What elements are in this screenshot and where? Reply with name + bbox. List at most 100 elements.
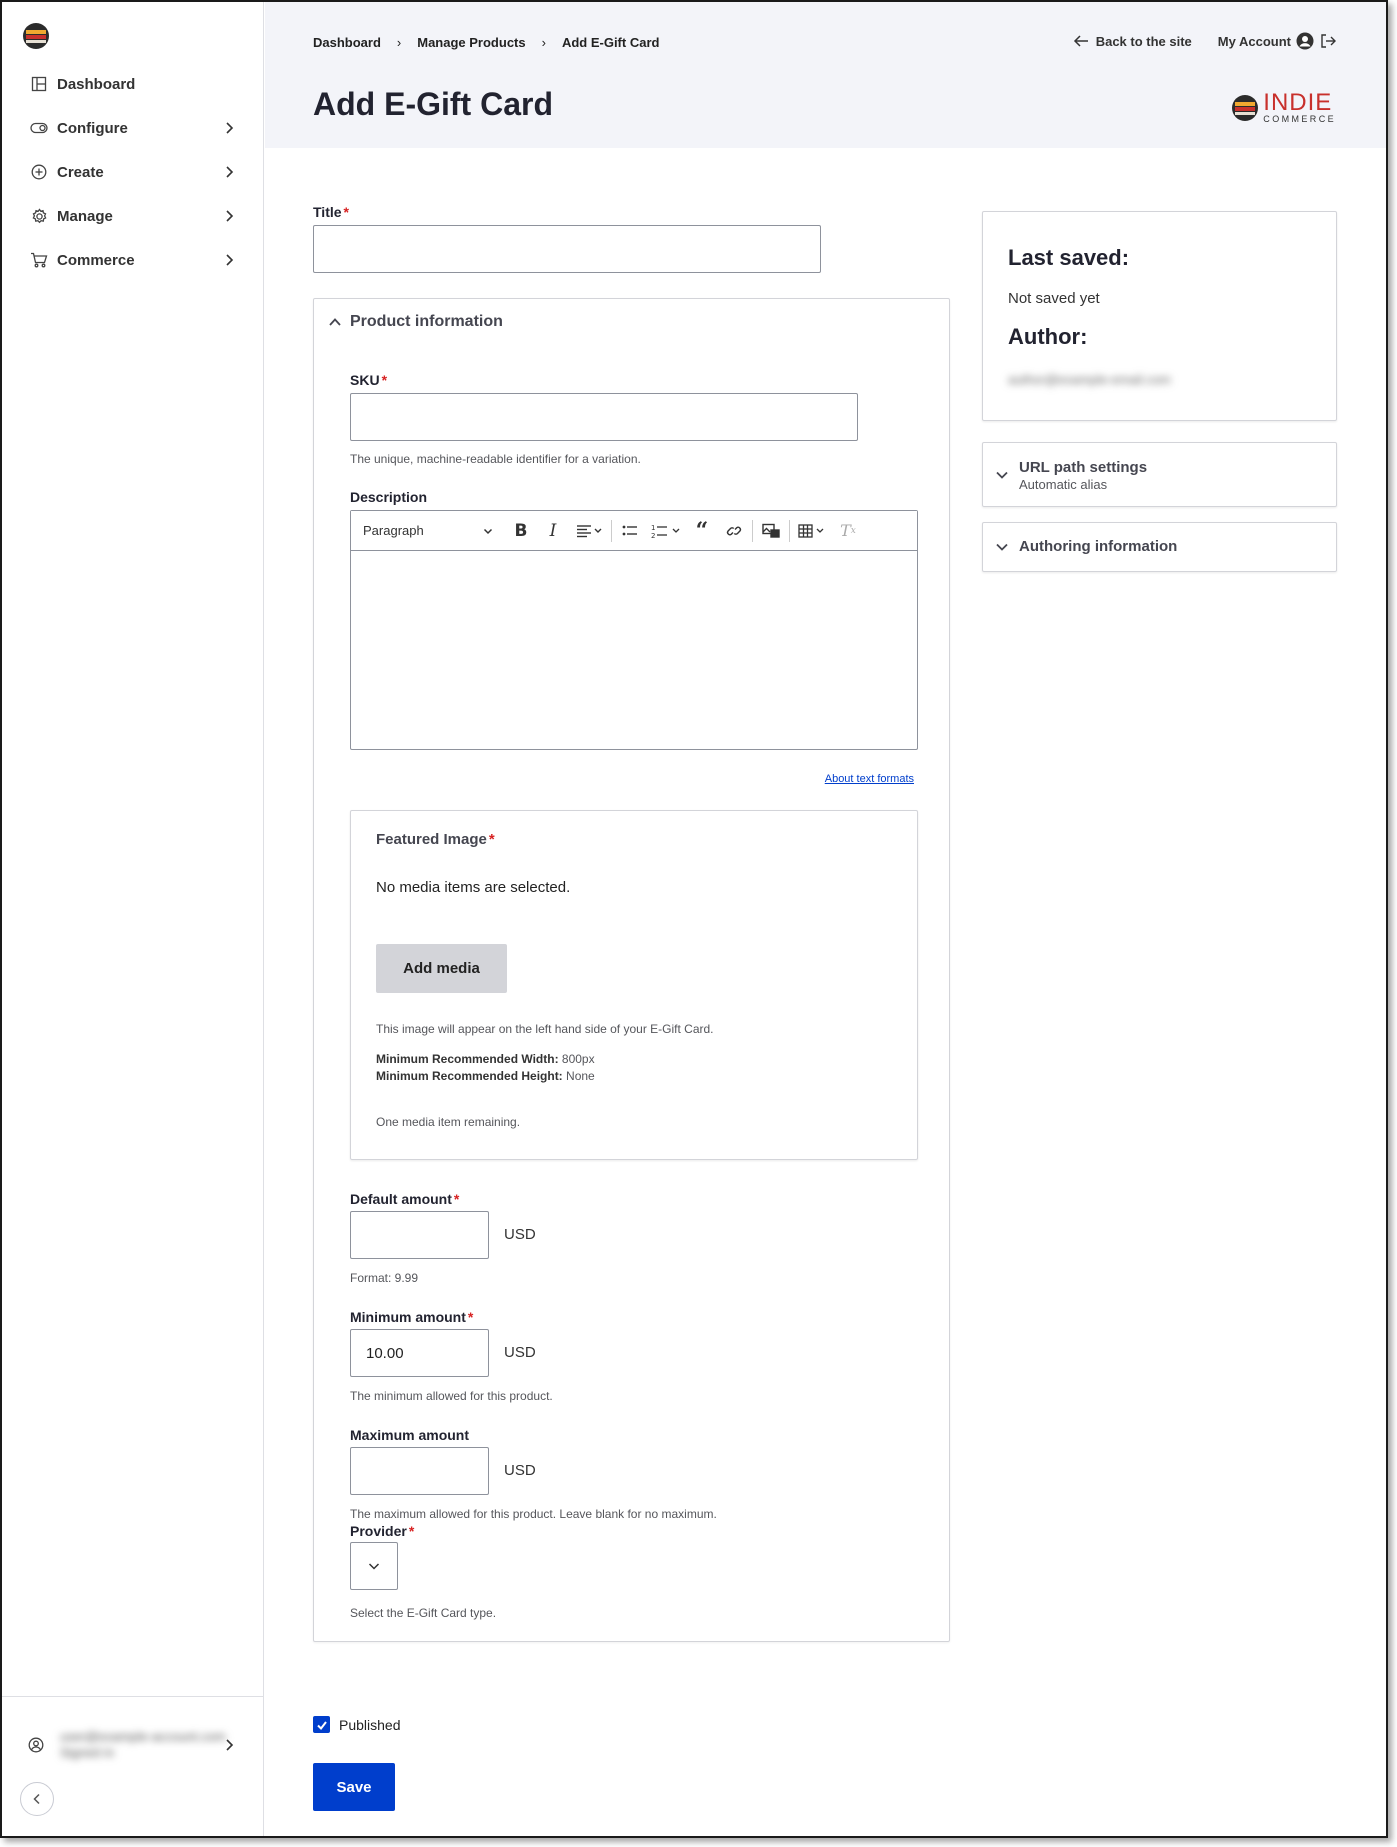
svg-text:2: 2 [651, 532, 655, 539]
app-frame: Dashboard Configure Create Manage Commer… [0, 0, 1388, 1838]
product-information-toggle[interactable]: Product information [328, 313, 503, 331]
maximum-amount-input[interactable] [350, 1447, 489, 1495]
breadcrumb: Dashboard › Manage Products › Add E-Gift… [313, 35, 659, 50]
sidebar-item-commerce[interactable]: Commerce [2, 238, 264, 282]
cart-icon [30, 251, 48, 269]
chevron-left-icon [33, 1793, 40, 1805]
min-width-label: Minimum Recommended Width: [376, 1052, 559, 1066]
insert-media-icon[interactable] [755, 517, 787, 545]
meta-box: Last saved: Not saved yet Author: author… [982, 211, 1337, 421]
my-account-link[interactable]: My Account [1218, 34, 1291, 49]
breadcrumb-dashboard[interactable]: Dashboard [313, 35, 381, 50]
sidebar-item-label: Dashboard [57, 75, 136, 93]
about-text-formats-link[interactable]: About text formats [825, 773, 914, 785]
blockquote-icon[interactable]: “ [686, 517, 718, 545]
sidebar: Dashboard Configure Create Manage Commer… [2, 2, 264, 1836]
remove-format-icon[interactable]: Tx [832, 517, 864, 545]
save-button[interactable]: Save [313, 1763, 395, 1811]
featured-image-label: Featured Image * [376, 831, 495, 848]
sidebar-item-configure[interactable]: Configure [2, 106, 264, 150]
provider-description: Select the E-Gift Card type. [350, 1606, 497, 1620]
account-avatar-icon [1296, 32, 1314, 50]
description-label: Description [350, 489, 428, 505]
sidebar-nav: Dashboard Configure Create Manage Commer… [2, 62, 264, 282]
minimum-amount-input[interactable]: 10.00 [350, 1329, 489, 1377]
published-checkbox-row[interactable]: Published [313, 1716, 401, 1733]
svg-text:1: 1 [651, 524, 655, 532]
url-path-settings-title: URL path settings [1019, 459, 1148, 476]
published-checkbox[interactable] [313, 1716, 330, 1733]
logout-icon[interactable] [1320, 33, 1336, 49]
sku-description: The unique, machine-readable identifier … [350, 452, 641, 466]
dashboard-icon [30, 75, 48, 93]
default-amount-description: Format: 9.99 [350, 1271, 419, 1285]
featured-image-label-text: Featured Image [376, 831, 487, 848]
bulleted-list-icon[interactable] [614, 517, 646, 545]
last-saved-label: Last saved: [1008, 245, 1130, 270]
required-marker: * [467, 1309, 474, 1325]
sku-label: SKU * [350, 372, 387, 388]
required-marker: * [488, 831, 495, 848]
maximum-amount-description: The maximum allowed for this product. Le… [350, 1507, 717, 1521]
chevron-down-icon [996, 471, 1008, 479]
sidebar-item-label: Commerce [57, 251, 135, 269]
numbered-list-icon[interactable]: 12 [646, 517, 686, 545]
published-label: Published [339, 1716, 401, 1733]
chevron-right-icon [226, 122, 234, 134]
no-media-message: No media items are selected. [376, 879, 571, 896]
brand-name: INDIE [1263, 89, 1333, 116]
brand-sub: COMMERCE [1263, 114, 1336, 124]
breadcrumb-separator: › [541, 35, 546, 50]
product-information-label: Product information [350, 313, 503, 330]
required-marker: * [408, 1523, 415, 1539]
sidebar-item-manage[interactable]: Manage [2, 194, 264, 238]
title-input[interactable] [313, 225, 821, 273]
sidebar-item-label: Manage [57, 207, 113, 225]
user-menu[interactable]: user@example-account.com Signed in [28, 1725, 244, 1765]
editor-toolbar: Paragraph B I 12 “ T x [351, 511, 917, 551]
sidebar-item-dashboard[interactable]: Dashboard [2, 62, 264, 106]
author-label: Author: [1008, 324, 1088, 349]
back-to-site-link[interactable]: Back to the site [1096, 34, 1192, 49]
media-remaining: One media item remaining. [376, 1115, 521, 1129]
site-logo-icon[interactable] [22, 22, 50, 50]
default-amount-input[interactable] [350, 1211, 489, 1259]
user-line-2: Signed in [60, 1745, 115, 1760]
title-label: Title * [313, 204, 349, 220]
table-icon[interactable] [792, 517, 832, 545]
page-title: Add E-Gift Card [313, 86, 553, 122]
checkmark-icon [316, 1720, 327, 1730]
minimum-amount-description: The minimum allowed for this product. [350, 1389, 553, 1403]
add-media-button[interactable]: Add media [376, 944, 507, 993]
sidebar-item-create[interactable]: Create [2, 150, 264, 194]
user-info: user@example-account.com Signed in [60, 1729, 226, 1761]
align-icon[interactable] [569, 517, 609, 545]
title-label-text: Title [313, 204, 342, 220]
chevron-down-icon [483, 528, 493, 534]
arrow-left-icon [1073, 35, 1088, 47]
bold-icon[interactable]: B [505, 517, 537, 545]
provider-select[interactable] [350, 1542, 398, 1590]
sku-input[interactable] [350, 393, 858, 441]
breadcrumb-separator: › [396, 35, 402, 50]
authoring-information-panel[interactable]: Authoring information [982, 522, 1337, 572]
maximum-amount-label: Maximum amount [350, 1427, 470, 1443]
user-line-1: user@example-account.com [60, 1729, 226, 1744]
minimum-amount-label-text: Minimum amount [350, 1309, 466, 1325]
url-path-settings-panel[interactable]: URL path settings Automatic alias [982, 442, 1337, 507]
breadcrumb-manage-products[interactable]: Manage Products [417, 35, 525, 50]
chevron-up-icon [329, 318, 341, 326]
collapse-sidebar-button[interactable] [20, 1782, 54, 1816]
default-amount-currency: USD [504, 1226, 536, 1243]
chevron-right-icon [226, 1739, 234, 1751]
chevron-down-icon [368, 1563, 380, 1570]
brand-logo-icon [1232, 95, 1259, 121]
link-icon[interactable] [718, 517, 750, 545]
min-height-label: Minimum Recommended Height: [376, 1069, 563, 1083]
paragraph-format-dropdown[interactable]: Paragraph [363, 523, 493, 538]
featured-image-dimensions: Minimum Recommended Width: 800px Minimum… [376, 1051, 595, 1085]
chevron-down-icon [996, 543, 1008, 551]
chevron-right-icon [226, 254, 234, 266]
italic-icon[interactable]: I [537, 517, 569, 545]
chevron-right-icon [226, 166, 234, 178]
